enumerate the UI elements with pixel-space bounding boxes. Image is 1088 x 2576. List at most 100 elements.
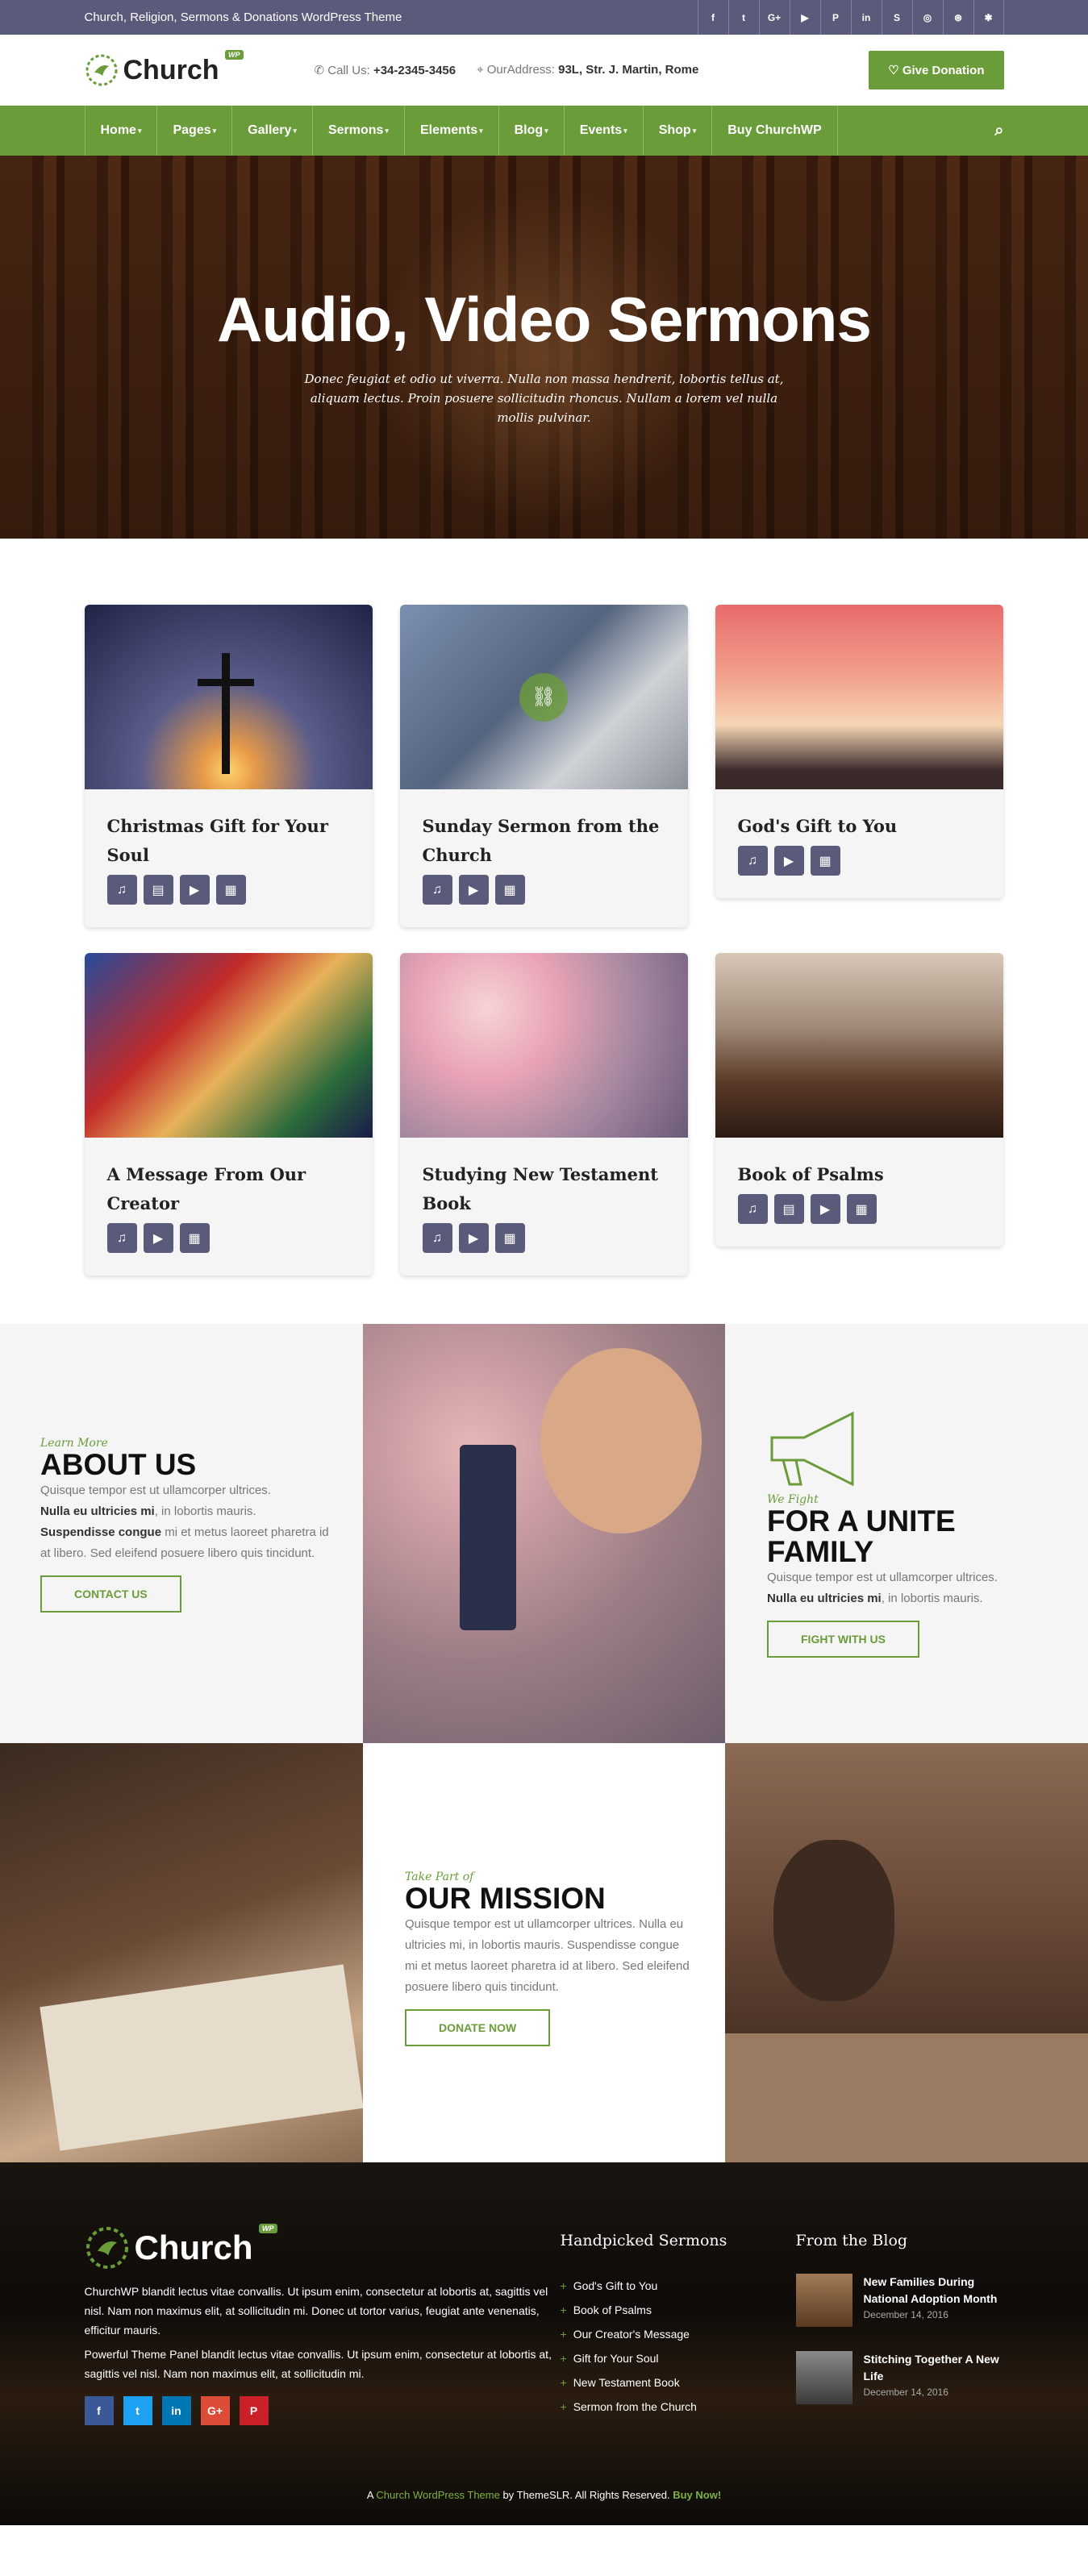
twitter-icon[interactable]: t: [123, 2396, 152, 2425]
link-icon[interactable]: ⛓: [519, 672, 568, 722]
nav-item-sermons[interactable]: Sermons ▾: [313, 106, 405, 156]
post-title[interactable]: New Families During National Adoption Mo…: [864, 2274, 1004, 2308]
sermon-title[interactable]: Sunday Sermon from the Church: [400, 789, 688, 870]
dove-logo-icon: [85, 54, 117, 86]
nav-item-shop[interactable]: Shop ▾: [644, 106, 713, 156]
sermon-card[interactable]: Studying New Testament Book ♫ ▶ ▦: [399, 953, 688, 1276]
nav-item-gallery[interactable]: Gallery ▾: [232, 106, 313, 156]
play-icon[interactable]: ▶: [143, 1223, 173, 1253]
sermons-section: Christmas Gift for Your Soul ♫ ▤ ▶ ▦ ⛓ Sunday …: [0, 539, 1088, 1324]
sermon-card[interactable]: ⛓ Sunday Sermon from the Church ♫ ▶ ▦: [399, 605, 688, 927]
sermon-image[interactable]: [84, 953, 373, 1138]
footer-logo-badge: WP: [259, 2224, 277, 2233]
give-donation-button[interactable]: ♡ Give Donation: [869, 51, 1004, 89]
footer-sermon-link[interactable]: Our Creator's Message: [561, 2322, 796, 2346]
sermon-media-icons: ♫ ▤ ▶ ▦: [85, 870, 373, 905]
twitter-icon[interactable]: t: [727, 0, 759, 35]
nav-item-events[interactable]: Events ▾: [565, 106, 644, 156]
sermon-title[interactable]: Christmas Gift for Your Soul: [85, 789, 373, 870]
footer-sermon-link[interactable]: Gift for Your Soul: [561, 2346, 796, 2370]
search-icon[interactable]: ⌕: [994, 122, 1003, 140]
post-thumbnail[interactable]: [795, 2351, 852, 2404]
theme-link[interactable]: Church WordPress Theme: [376, 2489, 499, 2501]
sermon-card[interactable]: God's Gift to You ♫ ▶ ▦: [715, 605, 1003, 898]
sermon-image[interactable]: [399, 953, 688, 1138]
play-icon[interactable]: ▶: [810, 1194, 840, 1224]
blog-post[interactable]: New Families During National Adoption Mo…: [795, 2274, 1004, 2327]
book-icon[interactable]: ▦: [846, 1194, 877, 1224]
chevron-down-icon: ▾: [385, 126, 389, 135]
film-icon[interactable]: ▤: [773, 1194, 804, 1224]
linkedin-icon[interactable]: in: [161, 2396, 191, 2425]
nav-item-pages[interactable]: Pages ▾: [157, 106, 233, 156]
heart-icon: ♡: [888, 64, 902, 77]
nav-item-home[interactable]: Home ▾: [85, 106, 158, 156]
sermon-title[interactable]: Book of Psalms: [715, 1138, 1003, 1189]
book-icon[interactable]: ▦: [494, 875, 525, 905]
google-plus-icon[interactable]: G+: [200, 2396, 230, 2425]
music-icon[interactable]: ♫: [737, 846, 768, 876]
yelp-icon[interactable]: ✱: [973, 0, 1004, 35]
post-thumbnail[interactable]: [795, 2274, 852, 2327]
sermon-card[interactable]: Christmas Gift for Your Soul ♫ ▤ ▶ ▦: [84, 605, 373, 927]
book-icon[interactable]: ▦: [810, 846, 840, 876]
sermon-media-icons: ♫ ▶ ▦: [400, 870, 688, 905]
play-icon[interactable]: ▶: [458, 1223, 489, 1253]
sermon-image[interactable]: ⛓: [399, 605, 688, 789]
book-icon[interactable]: ▦: [215, 875, 246, 905]
top-social-links: f t G+ ▶ Pin S ◎ ⊛ ✱: [697, 0, 1004, 35]
sermon-card[interactable]: Book of Psalms ♫ ▤ ▶ ▦: [715, 953, 1003, 1246]
dribbble-icon[interactable]: ⊛: [942, 0, 973, 35]
fight-with-us-button[interactable]: FIGHT WITH US: [767, 1621, 919, 1658]
facebook-icon[interactable]: f: [84, 2396, 114, 2425]
sermon-image[interactable]: [84, 605, 373, 789]
chevron-down-icon: ▾: [212, 126, 217, 135]
donate-now-button[interactable]: DONATE NOW: [405, 2009, 551, 2046]
nav-item-elements[interactable]: Elements ▾: [405, 106, 499, 156]
footer-sermon-link[interactable]: New Testament Book: [561, 2370, 796, 2395]
book-icon[interactable]: ▦: [179, 1223, 210, 1253]
footer-sermon-link[interactable]: Sermon from the Church: [561, 2395, 796, 2419]
sermon-title[interactable]: God's Gift to You: [715, 789, 1003, 841]
footer-sermon-link[interactable]: God's Gift to You: [561, 2274, 796, 2298]
copyright: A Church WordPress Theme by ThemeSLR. Al…: [366, 2489, 722, 2501]
film-icon[interactable]: ▤: [143, 875, 173, 905]
phone-number[interactable]: +34-2345-3456: [373, 64, 456, 77]
play-icon[interactable]: ▶: [458, 875, 489, 905]
sermon-image[interactable]: [715, 605, 1003, 789]
footer-sermon-link[interactable]: Book of Psalms: [561, 2298, 796, 2322]
sermon-title[interactable]: Studying New Testament Book: [400, 1138, 688, 1218]
play-icon[interactable]: ▶: [179, 875, 210, 905]
nav-item-blog[interactable]: Blog ▾: [499, 106, 565, 156]
praying-hands-image: [0, 1743, 363, 2162]
google-plus-icon[interactable]: G+: [758, 0, 790, 35]
sermon-card[interactable]: A Message From Our Creator ♫ ▶ ▦: [84, 953, 373, 1276]
map-pin-icon: ⌖: [477, 63, 487, 77]
blog-post[interactable]: Stitching Together A New Life December 14…: [795, 2351, 1004, 2404]
site-logo[interactable]: Church WP: [85, 49, 244, 87]
pinterest-icon[interactable]: P: [239, 2396, 269, 2425]
music-icon[interactable]: ♫: [737, 1194, 768, 1224]
skype-icon[interactable]: S: [881, 0, 912, 35]
youtube-icon[interactable]: ▶: [789, 0, 820, 35]
sermon-image[interactable]: [715, 953, 1003, 1138]
contact-us-button[interactable]: CONTACT US: [40, 1575, 181, 1613]
play-icon[interactable]: ▶: [773, 846, 804, 876]
music-icon[interactable]: ♫: [106, 875, 137, 905]
desks: [725, 2033, 1088, 2162]
pinterest-icon[interactable]: P: [819, 0, 851, 35]
linkedin-icon[interactable]: in: [850, 0, 882, 35]
book-icon[interactable]: ▦: [494, 1223, 525, 1253]
nav-item-buy-churchwp[interactable]: Buy ChurchWP: [712, 106, 838, 156]
sermon-title[interactable]: A Message From Our Creator: [85, 1138, 373, 1218]
music-icon[interactable]: ♫: [422, 1223, 452, 1253]
music-icon[interactable]: ♫: [422, 875, 452, 905]
site-header: Church WP ✆ Call Us: +34-2345-3456 ⌖ OurA…: [0, 35, 1088, 106]
buy-now-link[interactable]: Buy Now!: [673, 2489, 721, 2501]
music-icon[interactable]: ♫: [106, 1223, 137, 1253]
facebook-icon[interactable]: f: [697, 0, 728, 35]
post-title[interactable]: Stitching Together A New Life: [864, 2351, 1004, 2385]
post-date: December 14, 2016: [863, 2309, 948, 2320]
footer-logo[interactable]: Church WP: [85, 2224, 561, 2270]
instagram-icon[interactable]: ◎: [911, 0, 943, 35]
